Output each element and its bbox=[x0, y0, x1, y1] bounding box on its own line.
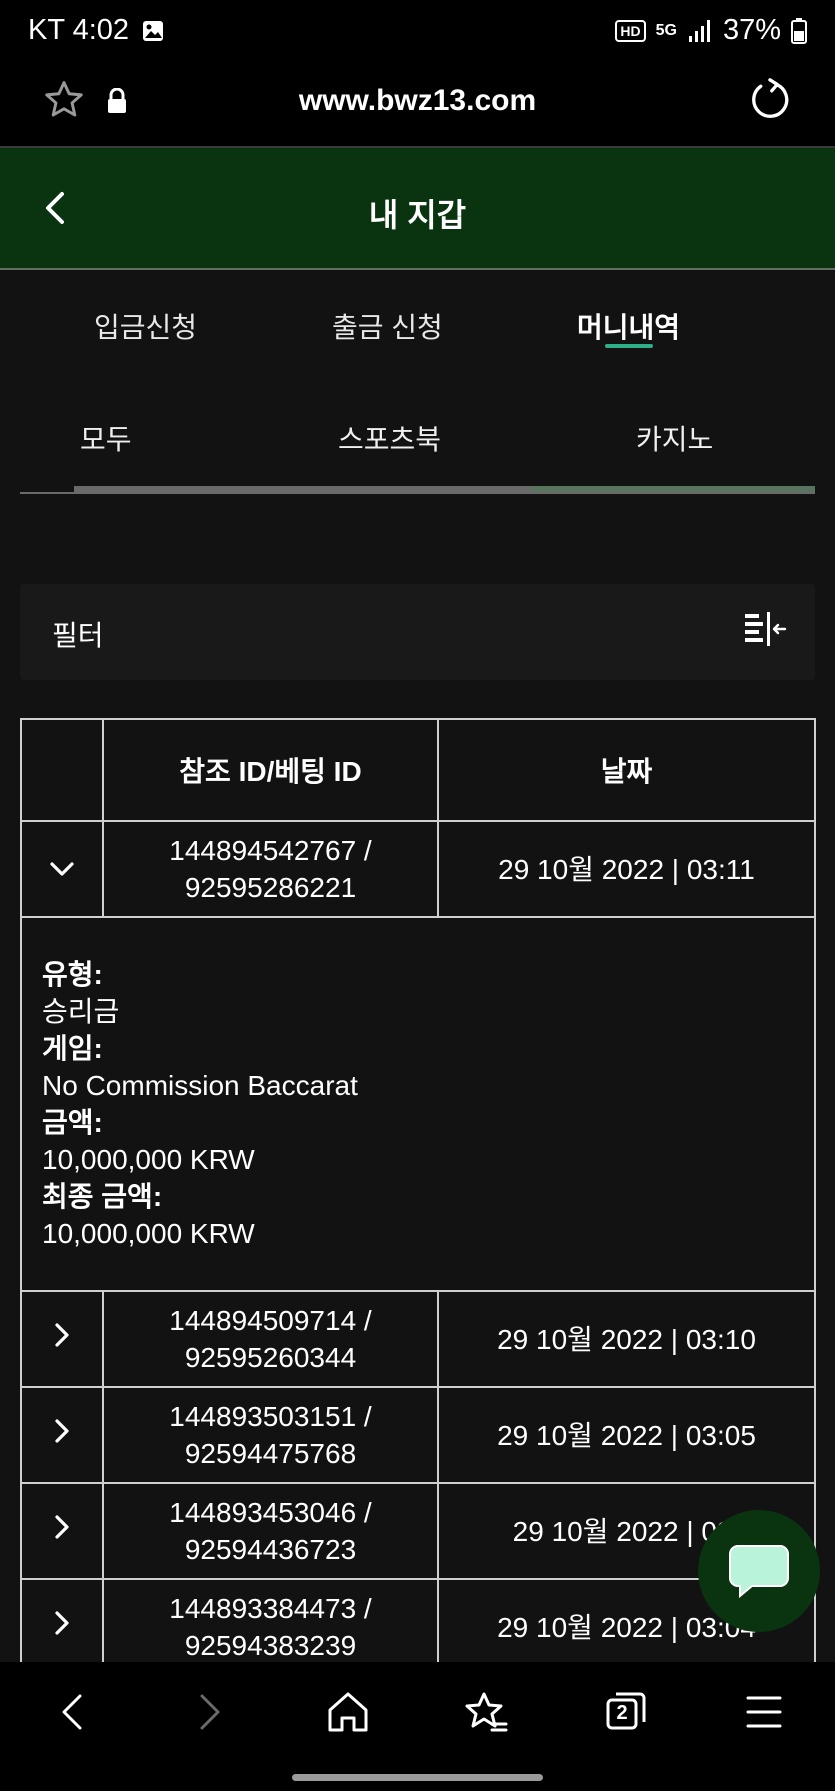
subtab-scroll-track bbox=[74, 486, 531, 492]
nav-home-icon[interactable] bbox=[326, 1688, 370, 1736]
ref-id: 144893503151 / bbox=[169, 1401, 372, 1432]
tab-deposit-request[interactable]: 입금신청 bbox=[94, 306, 197, 346]
wallet-tabs: 입금신청 출금 신청 머니내역 bbox=[0, 270, 835, 370]
subtab-sportsbook[interactable]: 스포츠북 bbox=[338, 418, 441, 458]
table-row[interactable]: 144894542767 / 92595286221 29 10월 2022 |… bbox=[20, 820, 816, 918]
detail-cell: 유형: 승리금 게임: No Commission Baccarat 금액: 1… bbox=[20, 916, 816, 1292]
subtab-casino[interactable]: 카지노 bbox=[636, 418, 713, 458]
status-bar: KT 4:02 HD 5G 37% bbox=[0, 0, 835, 62]
chevron-right-icon[interactable] bbox=[52, 1321, 72, 1349]
ref-cell: 144894542767 / 92595286221 bbox=[102, 820, 439, 918]
header-date: 날짜 bbox=[437, 718, 816, 822]
subtab-all[interactable]: 모두 bbox=[80, 418, 132, 458]
nav-back-icon[interactable] bbox=[52, 1688, 92, 1736]
main-content: 입금신청 출금 신청 머니내역 모두 스포츠북 카지노 필터 참조 ID/베팅 … bbox=[0, 270, 835, 1662]
ref-cell: 144894509714 / 92595260344 bbox=[102, 1290, 439, 1388]
page-title: 내 지갑 bbox=[368, 197, 467, 233]
signal-icon bbox=[688, 19, 710, 42]
tab-count: 2 bbox=[616, 1702, 628, 1724]
detail-type-label: 유형: bbox=[42, 959, 103, 990]
subtab-active-indicator bbox=[531, 486, 815, 492]
nav-tabs-button[interactable]: 2 bbox=[604, 1688, 648, 1736]
row-toggle[interactable] bbox=[20, 820, 104, 918]
detail-amount-label: 금액: bbox=[42, 1107, 103, 1138]
chevron-down-icon[interactable] bbox=[48, 859, 76, 879]
bet-id: 92594436723 bbox=[184, 1534, 357, 1565]
detail-amount-value: 10,000,000 KRW bbox=[42, 1144, 255, 1175]
detail-final-value: 10,000,000 KRW bbox=[42, 1218, 255, 1249]
row-toggle[interactable] bbox=[20, 1578, 104, 1662]
image-notification-icon bbox=[143, 20, 164, 41]
ref-id: 144893453046 / bbox=[169, 1497, 372, 1528]
subtab-divider bbox=[20, 492, 815, 494]
date-cell: 29 10월 2022 | 03:10 bbox=[437, 1290, 816, 1388]
table-row-detail: 유형: 승리금 게임: No Commission Baccarat 금액: 1… bbox=[20, 916, 816, 1292]
chat-bubble-icon bbox=[729, 1545, 789, 1599]
ref-id: 144893384473 / bbox=[169, 1593, 372, 1624]
hd-badge: HD bbox=[615, 19, 646, 42]
reload-icon[interactable] bbox=[747, 78, 791, 122]
transaction-table: 참조 ID/베팅 ID 날짜 144894542767 / 9259528622… bbox=[20, 718, 816, 1662]
date-cell: 29 10월 2022 | 03:11 bbox=[437, 820, 816, 918]
bet-id: 92595260344 bbox=[184, 1342, 357, 1373]
bet-id: 92594475768 bbox=[184, 1438, 357, 1469]
status-left: KT 4:02 bbox=[28, 14, 165, 47]
table-header-row: 참조 ID/베팅 ID 날짜 bbox=[20, 718, 816, 822]
filter-collapse-icon[interactable] bbox=[743, 610, 787, 650]
network-badge: 5G bbox=[655, 21, 677, 39]
table-row[interactable]: 144893384473 / 92594383239 29 10월 2022 |… bbox=[20, 1578, 816, 1662]
nav-forward-icon[interactable] bbox=[190, 1688, 230, 1736]
carrier-time: KT 4:02 bbox=[28, 14, 130, 46]
row-toggle[interactable] bbox=[20, 1290, 104, 1388]
ref-cell: 144893453046 / 92594436723 bbox=[102, 1482, 439, 1580]
header-ref-id: 참조 ID/베팅 ID bbox=[102, 718, 439, 822]
filter-label: 필터 bbox=[52, 620, 104, 651]
detail-game-value: No Commission Baccarat bbox=[42, 1070, 358, 1101]
ref-cell: 144893503151 / 92594475768 bbox=[102, 1386, 439, 1484]
url-text[interactable]: www.bwz13.com bbox=[0, 84, 835, 118]
browser-bottom-nav: 2 bbox=[0, 1662, 835, 1791]
battery-icon bbox=[791, 17, 807, 44]
tab-withdraw-request[interactable]: 출금 신청 bbox=[332, 306, 443, 346]
detail-game-label: 게임: bbox=[42, 1033, 103, 1064]
active-tab-indicator bbox=[605, 344, 653, 348]
row-toggle[interactable] bbox=[20, 1482, 104, 1580]
live-chat-button[interactable] bbox=[698, 1510, 820, 1632]
ref-cell: 144893384473 / 92594383239 bbox=[102, 1578, 439, 1662]
nav-bookmarks-icon[interactable] bbox=[464, 1688, 508, 1736]
table-row[interactable]: 144893503151 / 92594475768 29 10월 2022 |… bbox=[20, 1386, 816, 1484]
chevron-right-icon[interactable] bbox=[52, 1513, 72, 1541]
table-row[interactable]: 144894509714 / 92595260344 29 10월 2022 |… bbox=[20, 1290, 816, 1388]
ref-id: 144894542767 / bbox=[169, 835, 372, 866]
table-row[interactable]: 144893453046 / 92594436723 29 10월 2022 |… bbox=[20, 1482, 816, 1580]
filter-bar[interactable]: 필터 bbox=[20, 584, 815, 680]
chevron-right-icon[interactable] bbox=[52, 1417, 72, 1445]
header-expand-col bbox=[20, 718, 104, 822]
bet-id: 92594383239 bbox=[184, 1630, 357, 1661]
detail-final-label: 최종 금액: bbox=[42, 1181, 163, 1212]
tab-money-history[interactable]: 머니내역 bbox=[577, 306, 680, 346]
home-indicator[interactable] bbox=[292, 1774, 543, 1781]
ref-id: 144894509714 / bbox=[169, 1305, 372, 1336]
browser-url-bar: www.bwz13.com bbox=[0, 62, 835, 148]
status-right: HD 5G 37% bbox=[615, 14, 807, 47]
app-header: 내 지갑 bbox=[0, 148, 835, 270]
date-cell: 29 10월 2022 | 03:05 bbox=[437, 1386, 816, 1484]
row-toggle[interactable] bbox=[20, 1386, 104, 1484]
detail-type-value: 승리금 bbox=[42, 996, 120, 1027]
battery-percent: 37% bbox=[722, 14, 781, 46]
nav-menu-icon[interactable] bbox=[744, 1688, 784, 1736]
chevron-right-icon[interactable] bbox=[52, 1609, 72, 1637]
bet-id: 92595286221 bbox=[184, 872, 357, 903]
